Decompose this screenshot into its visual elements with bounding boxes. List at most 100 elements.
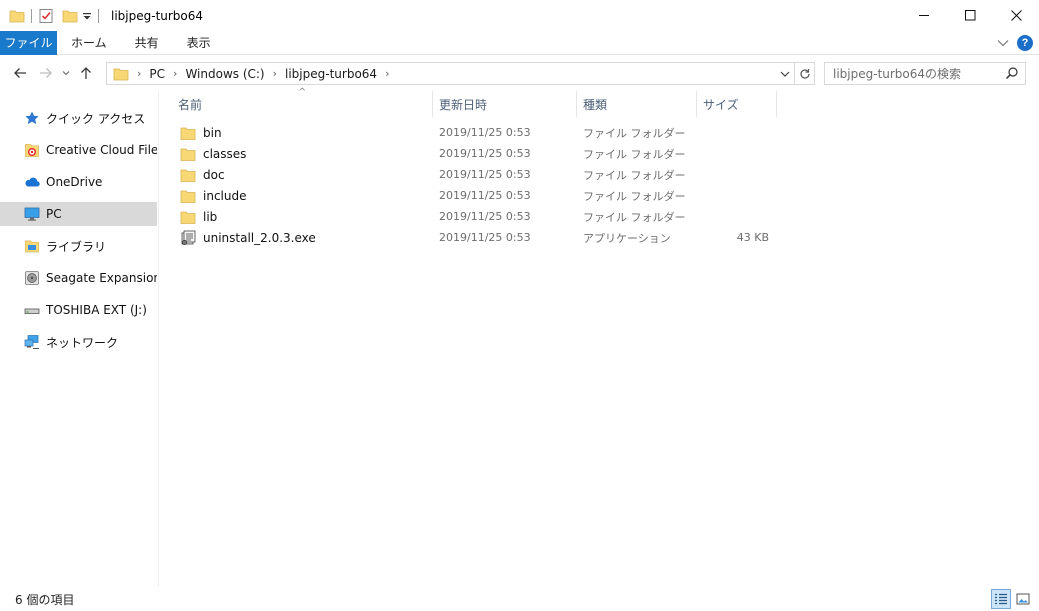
search-icon[interactable] bbox=[1005, 66, 1019, 83]
folder-icon bbox=[180, 125, 196, 141]
breadcrumb-current-folder[interactable]: libjpeg-turbo64 bbox=[285, 67, 377, 81]
properties-icon[interactable] bbox=[38, 6, 54, 26]
folder-icon bbox=[180, 167, 196, 183]
file-name: include bbox=[203, 188, 247, 203]
large-icons-view-button[interactable] bbox=[1013, 589, 1033, 609]
sidebar-item-label: OneDrive bbox=[46, 175, 103, 189]
sidebar-item-label: Seagate Expansion Dr bbox=[46, 271, 157, 285]
navigation-bar: › PC › Windows (C:) › libjpeg-turbo64 › bbox=[0, 55, 1039, 91]
refresh-button[interactable] bbox=[795, 62, 815, 85]
file-date: 2019/11/25 0:53 bbox=[439, 147, 531, 160]
separator bbox=[98, 8, 99, 23]
sort-ascending-icon: ^ bbox=[298, 87, 307, 98]
tab-file[interactable]: ファイル bbox=[0, 30, 57, 55]
sidebar-item-network[interactable]: ネットワーク bbox=[0, 330, 157, 354]
chevron-right-icon[interactable]: › bbox=[385, 67, 389, 80]
file-name: doc bbox=[203, 167, 225, 182]
navigation-pane: クイック アクセス Creative Cloud Files OneDrive … bbox=[0, 91, 159, 587]
file-type: ファイル フォルダー bbox=[583, 210, 686, 224]
sidebar-item-seagate[interactable]: Seagate Expansion Dr bbox=[0, 266, 157, 290]
back-button[interactable] bbox=[7, 60, 33, 86]
table-row[interactable]: classes 2019/11/25 0:53 ファイル フォルダー bbox=[170, 143, 780, 164]
table-row[interactable]: uninstall_2.0.3.exe 2019/11/25 0:53 アプリケ… bbox=[170, 227, 780, 248]
forward-button[interactable] bbox=[33, 60, 59, 86]
sidebar-item-label: クイック アクセス bbox=[46, 111, 146, 126]
file-date: 2019/11/25 0:53 bbox=[439, 168, 531, 181]
tab-view[interactable]: 表示 bbox=[173, 31, 225, 55]
sidebar-item-creative-cloud-files[interactable]: Creative Cloud Files bbox=[0, 138, 157, 162]
maximize-button[interactable] bbox=[947, 0, 993, 31]
folder-icon bbox=[180, 209, 196, 225]
ribbon-tabs: ファイル ホーム 共有 表示 ? bbox=[0, 30, 1039, 55]
computer-icon bbox=[24, 206, 40, 222]
installer-icon bbox=[180, 230, 196, 246]
network-icon bbox=[24, 334, 40, 350]
file-name: uninstall_2.0.3.exe bbox=[203, 230, 316, 245]
separator bbox=[31, 8, 32, 23]
library-icon bbox=[24, 238, 40, 254]
file-date: 2019/11/25 0:53 bbox=[439, 189, 531, 202]
details-view-icon bbox=[995, 593, 1007, 605]
folder-icon bbox=[180, 188, 196, 204]
table-row[interactable]: lib 2019/11/25 0:53 ファイル フォルダー bbox=[170, 206, 780, 227]
expand-ribbon-icon[interactable] bbox=[997, 36, 1009, 50]
cloud-icon bbox=[24, 174, 40, 190]
large-icons-view-icon bbox=[1016, 593, 1030, 605]
sidebar-item-label: TOSHIBA EXT (J:) bbox=[46, 303, 147, 317]
search-box[interactable] bbox=[824, 62, 1026, 85]
address-bar[interactable]: › PC › Windows (C:) › libjpeg-turbo64 › bbox=[106, 62, 795, 85]
sidebar-item-quick-access[interactable]: クイック アクセス bbox=[0, 106, 157, 130]
file-size bbox=[698, 164, 769, 185]
sidebar-item-onedrive[interactable]: OneDrive bbox=[0, 170, 157, 194]
chevron-right-icon[interactable]: › bbox=[173, 67, 177, 80]
title-bar: libjpeg-turbo64 bbox=[0, 0, 1039, 31]
minimize-button[interactable] bbox=[901, 0, 947, 31]
details-view-button[interactable] bbox=[991, 589, 1011, 609]
drive-icon bbox=[24, 270, 40, 286]
tab-home[interactable]: ホーム bbox=[57, 31, 121, 55]
column-header-size[interactable]: サイズ bbox=[703, 91, 739, 117]
sidebar-item-toshiba[interactable]: TOSHIBA EXT (J:) bbox=[0, 298, 157, 322]
breadcrumb-windows-c[interactable]: Windows (C:) bbox=[185, 67, 264, 81]
close-button[interactable] bbox=[993, 0, 1039, 31]
column-divider[interactable] bbox=[696, 91, 697, 117]
table-row[interactable]: bin 2019/11/25 0:53 ファイル フォルダー bbox=[170, 122, 780, 143]
new-folder-icon[interactable] bbox=[62, 6, 78, 26]
breadcrumb-pc[interactable]: PC bbox=[149, 67, 165, 81]
sidebar-item-label: PC bbox=[46, 207, 62, 221]
star-icon bbox=[24, 110, 40, 126]
sidebar-item-pc[interactable]: PC bbox=[0, 202, 157, 226]
table-row[interactable]: include 2019/11/25 0:53 ファイル フォルダー bbox=[170, 185, 780, 206]
folder-icon[interactable] bbox=[9, 6, 25, 26]
column-divider[interactable] bbox=[576, 91, 577, 117]
folder-icon bbox=[180, 146, 196, 162]
file-date: 2019/11/25 0:53 bbox=[439, 231, 531, 244]
chevron-right-icon[interactable]: › bbox=[273, 67, 277, 80]
customize-toolbar-dropdown-icon[interactable] bbox=[82, 6, 92, 26]
recent-locations-icon[interactable] bbox=[59, 60, 73, 86]
up-button[interactable] bbox=[73, 60, 99, 86]
file-name: bin bbox=[203, 125, 222, 140]
window-title: libjpeg-turbo64 bbox=[111, 8, 204, 23]
file-type: ファイル フォルダー bbox=[583, 168, 686, 182]
sidebar-item-libraries[interactable]: ライブラリ bbox=[0, 234, 157, 258]
column-header-date[interactable]: 更新日時 bbox=[439, 91, 487, 117]
file-name: classes bbox=[203, 146, 247, 161]
search-input[interactable] bbox=[833, 66, 1003, 81]
sidebar-item-label: Creative Cloud Files bbox=[46, 143, 157, 157]
table-row[interactable]: doc 2019/11/25 0:53 ファイル フォルダー bbox=[170, 164, 780, 185]
file-type: ファイル フォルダー bbox=[583, 147, 686, 161]
status-bar: 6 個の項目 bbox=[0, 587, 1039, 611]
tab-share[interactable]: 共有 bbox=[121, 31, 173, 55]
help-icon[interactable]: ? bbox=[1017, 35, 1033, 51]
item-count: 6 個の項目 bbox=[15, 592, 75, 607]
file-size bbox=[698, 143, 769, 164]
address-dropdown-icon[interactable] bbox=[778, 66, 792, 82]
column-divider[interactable] bbox=[776, 91, 777, 117]
column-divider[interactable] bbox=[432, 91, 433, 117]
chevron-right-icon[interactable]: › bbox=[137, 67, 141, 80]
file-size bbox=[698, 206, 769, 227]
column-header-name[interactable]: 名前 bbox=[178, 91, 202, 117]
column-header-type[interactable]: 種類 bbox=[583, 91, 607, 117]
file-size: 43 KB bbox=[736, 231, 769, 244]
